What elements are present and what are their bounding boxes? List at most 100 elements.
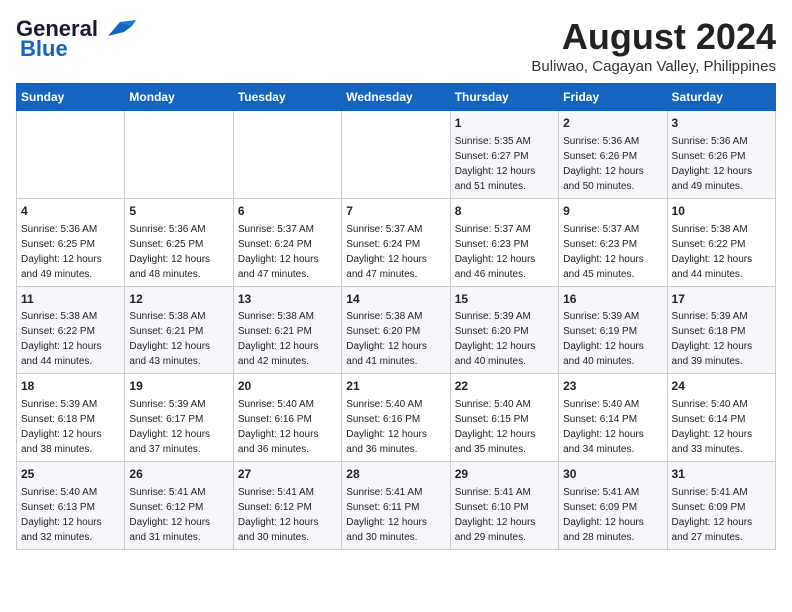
- cell-content: Sunrise: 5:38 AM Sunset: 6:22 PM Dayligh…: [21, 309, 120, 369]
- day-header-saturday: Saturday: [667, 84, 775, 111]
- calendar-cell: 7 Sunrise: 5:37 AM Sunset: 6:24 PM Daylig…: [342, 198, 450, 286]
- cell-content: Sunrise: 5:41 AM Sunset: 6:11 PM Dayligh…: [346, 485, 445, 545]
- calendar-cell: 8 Sunrise: 5:37 AM Sunset: 6:23 PM Daylig…: [450, 198, 558, 286]
- cell-content: Sunrise: 5:38 AM Sunset: 6:21 PM Dayligh…: [129, 309, 228, 369]
- cell-content: Sunrise: 5:38 AM Sunset: 6:21 PM Dayligh…: [238, 309, 337, 369]
- day-number: 11: [21, 291, 120, 308]
- cell-content: Sunrise: 5:39 AM Sunset: 6:18 PM Dayligh…: [672, 309, 771, 369]
- day-number: 13: [238, 291, 337, 308]
- calendar-cell: 22 Sunrise: 5:40 AM Sunset: 6:15 PM Dayli…: [450, 374, 558, 462]
- logo-blue: Blue: [20, 36, 68, 62]
- calendar-cell: 24 Sunrise: 5:40 AM Sunset: 6:14 PM Dayli…: [667, 374, 775, 462]
- day-number: 21: [346, 378, 445, 395]
- calendar-cell: 9 Sunrise: 5:37 AM Sunset: 6:23 PM Daylig…: [559, 198, 667, 286]
- cell-content: Sunrise: 5:40 AM Sunset: 6:15 PM Dayligh…: [455, 397, 554, 457]
- cell-content: Sunrise: 5:36 AM Sunset: 6:26 PM Dayligh…: [672, 134, 771, 194]
- day-number: 15: [455, 291, 554, 308]
- day-number: 30: [563, 466, 662, 483]
- cell-content: Sunrise: 5:39 AM Sunset: 6:19 PM Dayligh…: [563, 309, 662, 369]
- cell-content: Sunrise: 5:40 AM Sunset: 6:14 PM Dayligh…: [672, 397, 771, 457]
- day-number: 10: [672, 203, 771, 220]
- calendar-cell: [342, 111, 450, 199]
- calendar-cell: [233, 111, 341, 199]
- day-number: 1: [455, 115, 554, 132]
- cell-content: Sunrise: 5:36 AM Sunset: 6:26 PM Dayligh…: [563, 134, 662, 194]
- calendar-cell: 21 Sunrise: 5:40 AM Sunset: 6:16 PM Dayli…: [342, 374, 450, 462]
- calendar-cell: 13Sunrise: 5:38 AM Sunset: 6:21 PM Dayli…: [233, 286, 341, 374]
- day-number: 25: [21, 466, 120, 483]
- cell-content: Sunrise: 5:37 AM Sunset: 6:24 PM Dayligh…: [238, 222, 337, 282]
- calendar-cell: [125, 111, 233, 199]
- calendar-cell: 18Sunrise: 5:39 AM Sunset: 6:18 PM Dayli…: [17, 374, 125, 462]
- page-title: August 2024: [531, 16, 776, 58]
- header: General Blue August 2024 Buliwao, Cagaya…: [16, 16, 776, 75]
- cell-content: Sunrise: 5:38 AM Sunset: 6:20 PM Dayligh…: [346, 309, 445, 369]
- calendar-cell: 31 Sunrise: 5:41 AM Sunset: 6:09 PM Dayli…: [667, 462, 775, 550]
- day-header-friday: Friday: [559, 84, 667, 111]
- cell-content: Sunrise: 5:37 AM Sunset: 6:24 PM Dayligh…: [346, 222, 445, 282]
- cell-content: Sunrise: 5:40 AM Sunset: 6:16 PM Dayligh…: [346, 397, 445, 457]
- cell-content: Sunrise: 5:41 AM Sunset: 6:09 PM Dayligh…: [672, 485, 771, 545]
- cell-content: Sunrise: 5:41 AM Sunset: 6:12 PM Dayligh…: [238, 485, 337, 545]
- calendar-cell: 25 Sunrise: 5:40 AM Sunset: 6:13 PM Dayli…: [17, 462, 125, 550]
- day-number: 28: [346, 466, 445, 483]
- calendar-cell: 28 Sunrise: 5:41 AM Sunset: 6:11 PM Dayli…: [342, 462, 450, 550]
- calendar-cell: 29 Sunrise: 5:41 AM Sunset: 6:10 PM Dayli…: [450, 462, 558, 550]
- cell-content: Sunrise: 5:40 AM Sunset: 6:13 PM Dayligh…: [21, 485, 120, 545]
- cell-content: Sunrise: 5:35 AM Sunset: 6:27 PM Dayligh…: [455, 134, 554, 194]
- day-number: 14: [346, 291, 445, 308]
- calendar-cell: [17, 111, 125, 199]
- cell-content: Sunrise: 5:38 AM Sunset: 6:22 PM Dayligh…: [672, 222, 771, 282]
- cell-content: Sunrise: 5:39 AM Sunset: 6:18 PM Dayligh…: [21, 397, 120, 457]
- cell-content: Sunrise: 5:40 AM Sunset: 6:16 PM Dayligh…: [238, 397, 337, 457]
- cell-content: Sunrise: 5:41 AM Sunset: 6:12 PM Dayligh…: [129, 485, 228, 545]
- cell-content: Sunrise: 5:37 AM Sunset: 6:23 PM Dayligh…: [563, 222, 662, 282]
- calendar-cell: 2 Sunrise: 5:36 AM Sunset: 6:26 PM Daylig…: [559, 111, 667, 199]
- day-number: 9: [563, 203, 662, 220]
- day-number: 26: [129, 466, 228, 483]
- day-number: 27: [238, 466, 337, 483]
- day-number: 24: [672, 378, 771, 395]
- day-number: 7: [346, 203, 445, 220]
- day-number: 19: [129, 378, 228, 395]
- calendar-cell: 17Sunrise: 5:39 AM Sunset: 6:18 PM Dayli…: [667, 286, 775, 374]
- cell-content: Sunrise: 5:36 AM Sunset: 6:25 PM Dayligh…: [21, 222, 120, 282]
- day-number: 31: [672, 466, 771, 483]
- day-number: 20: [238, 378, 337, 395]
- day-number: 3: [672, 115, 771, 132]
- cell-content: Sunrise: 5:41 AM Sunset: 6:09 PM Dayligh…: [563, 485, 662, 545]
- calendar-cell: 14Sunrise: 5:38 AM Sunset: 6:20 PM Dayli…: [342, 286, 450, 374]
- calendar-cell: 6Sunrise: 5:37 AM Sunset: 6:24 PM Daylig…: [233, 198, 341, 286]
- day-header-sunday: Sunday: [17, 84, 125, 111]
- day-number: 2: [563, 115, 662, 132]
- calendar-cell: 3 Sunrise: 5:36 AM Sunset: 6:26 PM Daylig…: [667, 111, 775, 199]
- day-header-thursday: Thursday: [450, 84, 558, 111]
- cell-content: Sunrise: 5:41 AM Sunset: 6:10 PM Dayligh…: [455, 485, 554, 545]
- cell-content: Sunrise: 5:40 AM Sunset: 6:14 PM Dayligh…: [563, 397, 662, 457]
- calendar-cell: 15Sunrise: 5:39 AM Sunset: 6:20 PM Dayli…: [450, 286, 558, 374]
- cell-content: Sunrise: 5:37 AM Sunset: 6:23 PM Dayligh…: [455, 222, 554, 282]
- calendar-cell: 19 Sunrise: 5:39 AM Sunset: 6:17 PM Dayli…: [125, 374, 233, 462]
- day-header-wednesday: Wednesday: [342, 84, 450, 111]
- calendar-cell: 5 Sunrise: 5:36 AM Sunset: 6:25 PM Daylig…: [125, 198, 233, 286]
- calendar-cell: 26 Sunrise: 5:41 AM Sunset: 6:12 PM Dayli…: [125, 462, 233, 550]
- calendar-cell: 27 Sunrise: 5:41 AM Sunset: 6:12 PM Dayli…: [233, 462, 341, 550]
- calendar-cell: 16Sunrise: 5:39 AM Sunset: 6:19 PM Dayli…: [559, 286, 667, 374]
- calendar-cell: 23 Sunrise: 5:40 AM Sunset: 6:14 PM Dayli…: [559, 374, 667, 462]
- calendar-cell: 4 Sunrise: 5:36 AM Sunset: 6:25 PM Daylig…: [17, 198, 125, 286]
- day-number: 23: [563, 378, 662, 395]
- day-number: 12: [129, 291, 228, 308]
- day-number: 8: [455, 203, 554, 220]
- calendar-cell: 1 Sunrise: 5:35 AM Sunset: 6:27 PM Daylig…: [450, 111, 558, 199]
- calendar-table: SundayMondayTuesdayWednesdayThursdayFrid…: [16, 83, 776, 550]
- calendar-cell: 12Sunrise: 5:38 AM Sunset: 6:21 PM Dayli…: [125, 286, 233, 374]
- calendar-cell: 10 Sunrise: 5:38 AM Sunset: 6:22 PM Dayli…: [667, 198, 775, 286]
- day-number: 29: [455, 466, 554, 483]
- cell-content: Sunrise: 5:36 AM Sunset: 6:25 PM Dayligh…: [129, 222, 228, 282]
- day-number: 5: [129, 203, 228, 220]
- day-number: 16: [563, 291, 662, 308]
- cell-content: Sunrise: 5:39 AM Sunset: 6:17 PM Dayligh…: [129, 397, 228, 457]
- day-number: 4: [21, 203, 120, 220]
- day-number: 22: [455, 378, 554, 395]
- day-header-tuesday: Tuesday: [233, 84, 341, 111]
